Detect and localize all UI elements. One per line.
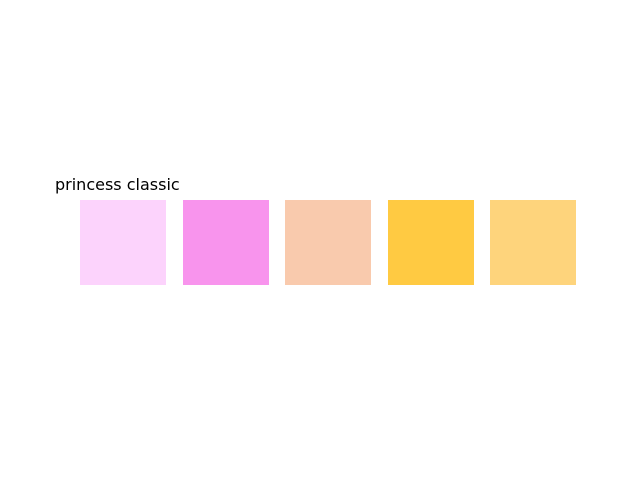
color-swatch-5 bbox=[490, 200, 576, 285]
color-swatch-3 bbox=[285, 200, 371, 285]
color-swatch-4 bbox=[388, 200, 474, 285]
palette-title: princess classic bbox=[55, 175, 180, 194]
color-swatch-1 bbox=[80, 200, 166, 285]
color-palette: princess classic bbox=[0, 0, 640, 480]
color-swatch-2 bbox=[183, 200, 269, 285]
